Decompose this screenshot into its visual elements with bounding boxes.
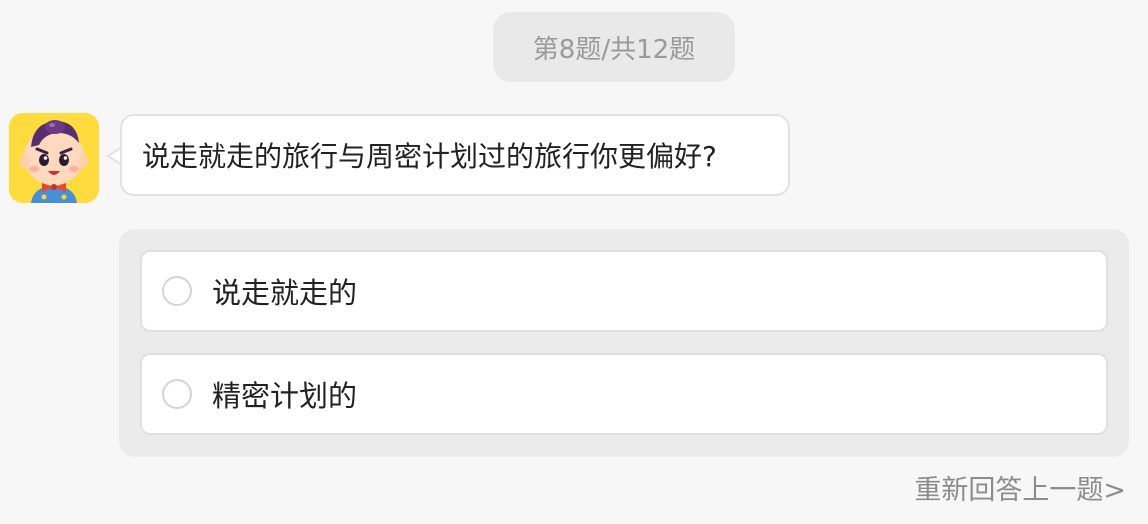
cartoon-boy-avatar-icon <box>9 113 99 203</box>
option-planned[interactable]: 精密计划的 <box>140 353 1108 435</box>
progress-label: 第8题/共12题 <box>532 34 696 65</box>
option-spontaneous[interactable]: 说走就走的 <box>140 250 1108 332</box>
options-panel: 说走就走的 精密计划的 <box>119 229 1129 457</box>
question-bubble: 说走就走的旅行与周密计划过的旅行你更偏好? <box>120 114 790 196</box>
previous-question-link[interactable]: 重新回答上一题> <box>914 468 1126 507</box>
option-label: 说走就走的 <box>212 276 358 310</box>
radio-circle-icon[interactable] <box>162 379 192 409</box>
radio-circle-icon[interactable] <box>162 276 192 306</box>
progress-indicator: 第8题/共12题 <box>493 12 735 82</box>
option-label: 精密计划的 <box>212 379 358 413</box>
question-text: 说走就走的旅行与周密计划过的旅行你更偏好? <box>142 140 717 173</box>
